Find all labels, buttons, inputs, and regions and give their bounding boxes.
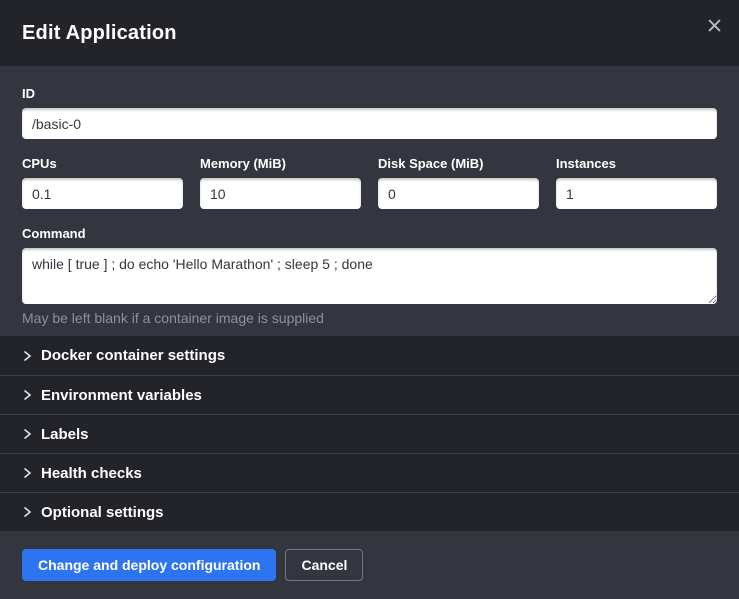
- close-button[interactable]: [702, 13, 726, 37]
- instances-label: Instances: [556, 156, 717, 171]
- chevron-right-icon: [22, 389, 32, 401]
- section-health-checks[interactable]: Health checks: [0, 453, 739, 492]
- memory-label: Memory (MiB): [200, 156, 361, 171]
- command-label: Command: [22, 226, 717, 241]
- form-group-cpus: CPUs: [22, 156, 183, 209]
- chevron-right-icon: [22, 350, 32, 362]
- form-group-memory: Memory (MiB): [200, 156, 361, 209]
- command-textarea[interactable]: while [ true ] ; do echo 'Hello Marathon…: [22, 248, 717, 304]
- modal-footer: Change and deploy configuration Cancel: [0, 531, 739, 599]
- section-label: Environment variables: [41, 387, 202, 404]
- command-help-text: May be left blank if a container image i…: [22, 310, 717, 326]
- section-environment-variables[interactable]: Environment variables: [0, 375, 739, 414]
- edit-application-modal: Edit Application ID CPUs Memory (MiB) Di…: [0, 0, 739, 599]
- collapsible-sections: Docker container settings Environment va…: [0, 336, 739, 531]
- form-group-disk: Disk Space (MiB): [378, 156, 539, 209]
- section-docker-container-settings[interactable]: Docker container settings: [0, 336, 739, 375]
- section-optional-settings[interactable]: Optional settings: [0, 492, 739, 531]
- memory-input[interactable]: [200, 178, 361, 209]
- id-input[interactable]: [22, 108, 717, 139]
- instances-input[interactable]: [556, 178, 717, 209]
- chevron-right-icon: [22, 428, 32, 440]
- section-label: Health checks: [41, 465, 142, 482]
- section-label: Labels: [41, 426, 89, 443]
- modal-header: Edit Application: [0, 0, 739, 66]
- form-group-instances: Instances: [556, 156, 717, 209]
- form-group-id: ID: [22, 86, 717, 139]
- id-label: ID: [22, 86, 717, 101]
- cpus-input[interactable]: [22, 178, 183, 209]
- section-label: Docker container settings: [41, 347, 225, 364]
- modal-body: ID CPUs Memory (MiB) Disk Space (MiB) In…: [0, 66, 739, 336]
- close-icon: [708, 19, 721, 32]
- cpus-label: CPUs: [22, 156, 183, 171]
- section-labels[interactable]: Labels: [0, 414, 739, 453]
- cancel-button[interactable]: Cancel: [285, 549, 363, 581]
- chevron-right-icon: [22, 467, 32, 479]
- chevron-right-icon: [22, 506, 32, 518]
- section-label: Optional settings: [41, 504, 164, 521]
- form-group-command: Command while [ true ] ; do echo 'Hello …: [22, 226, 717, 326]
- disk-label: Disk Space (MiB): [378, 156, 539, 171]
- disk-input[interactable]: [378, 178, 539, 209]
- modal-title: Edit Application: [22, 22, 177, 45]
- change-and-deploy-button[interactable]: Change and deploy configuration: [22, 549, 276, 581]
- resources-row: CPUs Memory (MiB) Disk Space (MiB) Insta…: [22, 156, 717, 209]
